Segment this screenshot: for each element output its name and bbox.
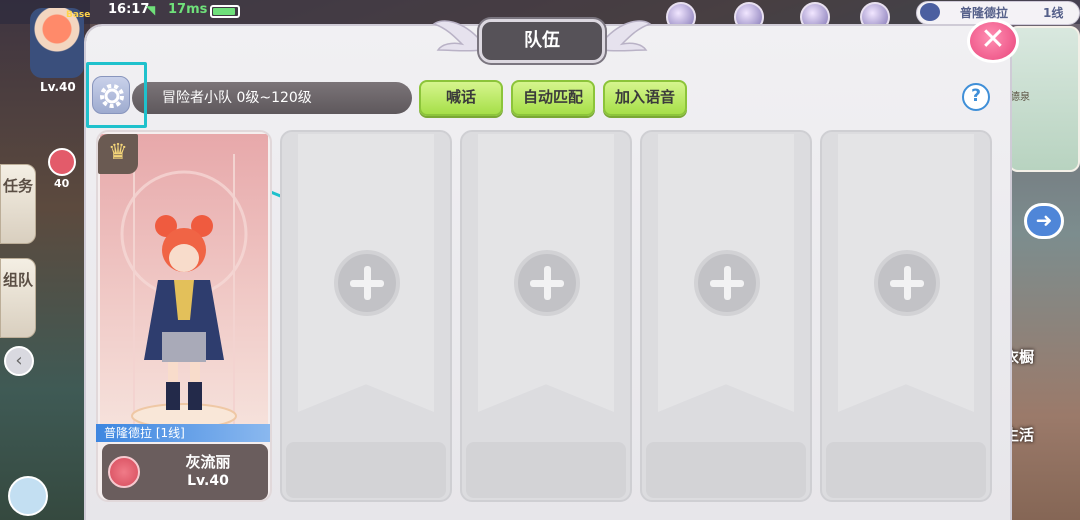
arrow-right-icon[interactable]: ➜ [1024, 203, 1064, 239]
shout-button[interactable]: 喊话 [419, 80, 503, 116]
ping-readout: 17ms [168, 2, 208, 17]
minimap-label: 德泉 [1010, 92, 1030, 103]
sword-level: 40 [54, 177, 70, 190]
chevron-left-icon[interactable]: ‹ [4, 346, 34, 376]
slot-info-box [826, 442, 986, 498]
member-portrait [100, 134, 268, 430]
highlight-box [86, 62, 147, 128]
add-member-icon[interactable] [694, 250, 760, 316]
person-icon[interactable] [8, 476, 48, 516]
join-voice-button[interactable]: 加入语音 [603, 80, 687, 116]
team-tab[interactable]: 组队 [0, 258, 36, 338]
panel-title: 队伍 [479, 19, 605, 63]
member-name: 灰流丽 [185, 453, 231, 471]
leader-crown-icon: ♛ [98, 134, 138, 174]
empty-slot-2[interactable] [460, 130, 632, 502]
character-portrait [120, 154, 248, 430]
sword-icon[interactable] [48, 148, 76, 176]
clock: 16:17 [108, 2, 150, 17]
close-button[interactable]: ✕ [967, 19, 1019, 63]
server-line: 1线 [1043, 6, 1064, 20]
empty-slot-1[interactable] [280, 130, 452, 502]
add-member-icon[interactable] [874, 250, 940, 316]
slot-info-box [286, 442, 446, 498]
slot-info-box [466, 442, 626, 498]
add-member-icon[interactable] [334, 250, 400, 316]
wifi-icon: ◥ [146, 3, 156, 17]
base-badge: Base [66, 10, 91, 20]
slot-info-box [646, 442, 806, 498]
quest-tab[interactable]: 任务 [0, 164, 36, 244]
add-member-icon[interactable] [514, 250, 580, 316]
team-name-bar[interactable]: 冒险者小队 0级~120级 [132, 82, 412, 114]
auto-match-button[interactable]: 自动匹配 [511, 80, 595, 116]
empty-slot-4[interactable] [820, 130, 992, 502]
sword-role-icon [108, 456, 140, 488]
server-name: 普隆德拉 [960, 6, 1009, 20]
player-level: Lv.40 [40, 80, 76, 94]
empty-slot-3[interactable] [640, 130, 812, 502]
member-location: 普隆德拉 [1线] [96, 424, 270, 442]
server-logo-icon [920, 3, 940, 21]
battery-icon [210, 5, 240, 18]
help-button[interactable]: ? [962, 83, 990, 111]
member-level: Lv.40 [187, 473, 229, 489]
